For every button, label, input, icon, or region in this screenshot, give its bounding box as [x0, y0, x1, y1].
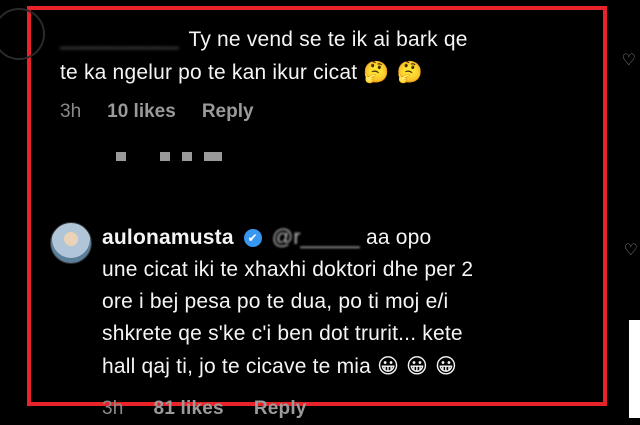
reply-meta: 3h 81 likes Reply	[102, 393, 572, 425]
like-heart-icon[interactable]: ♡	[622, 50, 636, 70]
comment-likes[interactable]: 10 likes	[107, 101, 176, 123]
thinking-emoji-icon: 🤔 🤔	[363, 60, 423, 84]
divider-dash	[204, 152, 222, 161]
divider-dash	[116, 152, 126, 161]
divider-dash	[182, 152, 192, 161]
comment: __________ Ty ne vend se te ik ai bark q…	[60, 24, 600, 123]
avatar[interactable]	[50, 222, 92, 264]
comment-time: 3h	[60, 101, 82, 122]
reply-button[interactable]: Reply	[254, 393, 307, 425]
view-replies-divider[interactable]	[116, 152, 222, 161]
comment-username[interactable]: __________	[60, 24, 179, 56]
reply-text-line: hall qaj ti, jo te cicave te mia	[102, 355, 372, 378]
comment-text: __________ Ty ne vend se te ik ai bark q…	[60, 24, 600, 89]
reply-text-start: aa opo	[365, 226, 432, 249]
like-heart-icon[interactable]: ♡	[624, 240, 638, 260]
reply-text-line: une cicat iki te xhaxhi doktori dhe per …	[102, 258, 474, 281]
divider-dash	[160, 152, 170, 161]
comment-text-line: Ty ne vend se te ik ai bark qe	[188, 28, 468, 51]
comment-text-line: te ka ngelur po te kan ikur cicat	[60, 61, 358, 84]
comment-meta: 3h 10 likes Reply	[60, 101, 600, 123]
verified-badge-icon: ✔	[243, 229, 262, 247]
reply-username[interactable]: aulonamusta	[102, 226, 234, 249]
reply-button[interactable]: Reply	[202, 101, 254, 123]
reply-text: aulonamusta ✔ @r_____ aa opo une cicat i…	[102, 222, 572, 425]
mention-link[interactable]: @r_____	[272, 222, 360, 254]
reply-text-line: shkrete qe s'ke c'i ben dot trurit... ke…	[102, 322, 463, 345]
grinning-emoji-icon: 😀 😀 😀	[377, 354, 458, 378]
reply-time: 3h	[102, 398, 124, 419]
reply-likes[interactable]: 81 likes	[154, 393, 224, 425]
reply-text-line: ore i bej pesa po te dua, po ti moj e/i	[102, 290, 449, 313]
edge-panel	[629, 320, 640, 418]
